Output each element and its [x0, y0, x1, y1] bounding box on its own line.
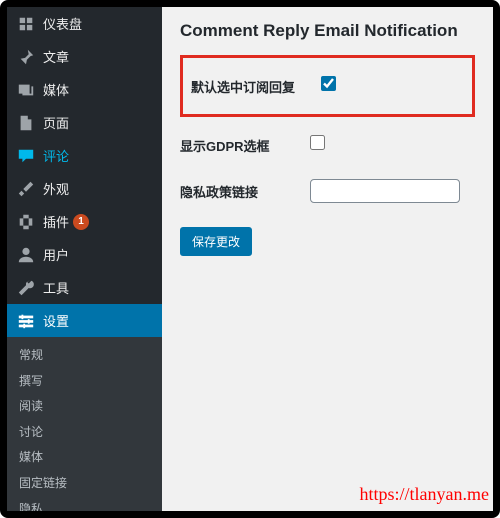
default-subscribe-label: 默认选中订阅回复 — [191, 77, 321, 96]
media-icon — [17, 81, 35, 99]
pin-icon — [17, 48, 35, 66]
user-icon — [17, 246, 35, 264]
watermark-text: https://tlanyan.me — [360, 484, 489, 505]
sidebar-item-dashboard[interactable]: 仪表盘 — [7, 7, 162, 40]
sidebar-item-plugins[interactable]: 插件 1 — [7, 205, 162, 238]
sidebar-item-pages[interactable]: 页面 — [7, 106, 162, 139]
plugin-icon — [17, 213, 35, 231]
settings-icon — [17, 312, 35, 330]
sidebar-item-posts[interactable]: 文章 — [7, 40, 162, 73]
page-icon — [17, 114, 35, 132]
sidebar-item-label: 仪表盘 — [43, 14, 82, 33]
sidebar-item-label: 外观 — [43, 179, 69, 198]
save-button[interactable]: 保存更改 — [180, 227, 252, 256]
submenu-item-writing[interactable]: 撰写 — [7, 369, 162, 395]
submenu-item-media[interactable]: 媒体 — [7, 445, 162, 471]
sidebar-item-label: 用户 — [43, 245, 69, 264]
submenu-item-general[interactable]: 常规 — [7, 343, 162, 369]
dashboard-icon — [17, 15, 35, 33]
comment-icon — [17, 147, 35, 165]
page-title: Comment Reply Email Notification — [180, 21, 475, 41]
sidebar-item-appearance[interactable]: 外观 — [7, 172, 162, 205]
privacy-link-label: 隐私政策链接 — [180, 182, 310, 201]
sidebar-item-label: 插件 — [43, 212, 69, 231]
default-subscribe-checkbox[interactable] — [321, 76, 336, 91]
update-badge: 1 — [73, 214, 89, 230]
show-gdpr-checkbox[interactable] — [310, 135, 325, 150]
settings-submenu: 常规 撰写 阅读 讨论 媒体 固定链接 隐私 Anti-spam Comment… — [7, 337, 162, 511]
sidebar-item-tools[interactable]: 工具 — [7, 271, 162, 304]
privacy-link-input[interactable] — [310, 179, 460, 203]
admin-sidebar: 仪表盘 文章 媒体 页面 评论 外观 插件 1 用户 — [7, 7, 162, 511]
submenu-item-reading[interactable]: 阅读 — [7, 394, 162, 420]
sidebar-item-users[interactable]: 用户 — [7, 238, 162, 271]
show-gdpr-label: 显示GDPR选框 — [180, 136, 310, 155]
sidebar-item-comments[interactable]: 评论 — [7, 139, 162, 172]
submenu-item-permalinks[interactable]: 固定链接 — [7, 471, 162, 497]
sidebar-item-label: 设置 — [43, 311, 69, 330]
submenu-item-privacy[interactable]: 隐私 — [7, 497, 162, 511]
brush-icon — [17, 180, 35, 198]
wrench-icon — [17, 279, 35, 297]
sidebar-item-settings[interactable]: 设置 — [7, 304, 162, 337]
sidebar-item-label: 页面 — [43, 113, 69, 132]
sidebar-item-label: 文章 — [43, 47, 69, 66]
highlighted-setting: 默认选中订阅回复 — [180, 55, 475, 117]
sidebar-item-media[interactable]: 媒体 — [7, 73, 162, 106]
sidebar-item-label: 评论 — [43, 146, 69, 165]
sidebar-item-label: 工具 — [43, 278, 69, 297]
settings-page: Comment Reply Email Notification 默认选中订阅回… — [162, 7, 493, 511]
sidebar-item-label: 媒体 — [43, 80, 69, 99]
submenu-item-discussion[interactable]: 讨论 — [7, 420, 162, 446]
